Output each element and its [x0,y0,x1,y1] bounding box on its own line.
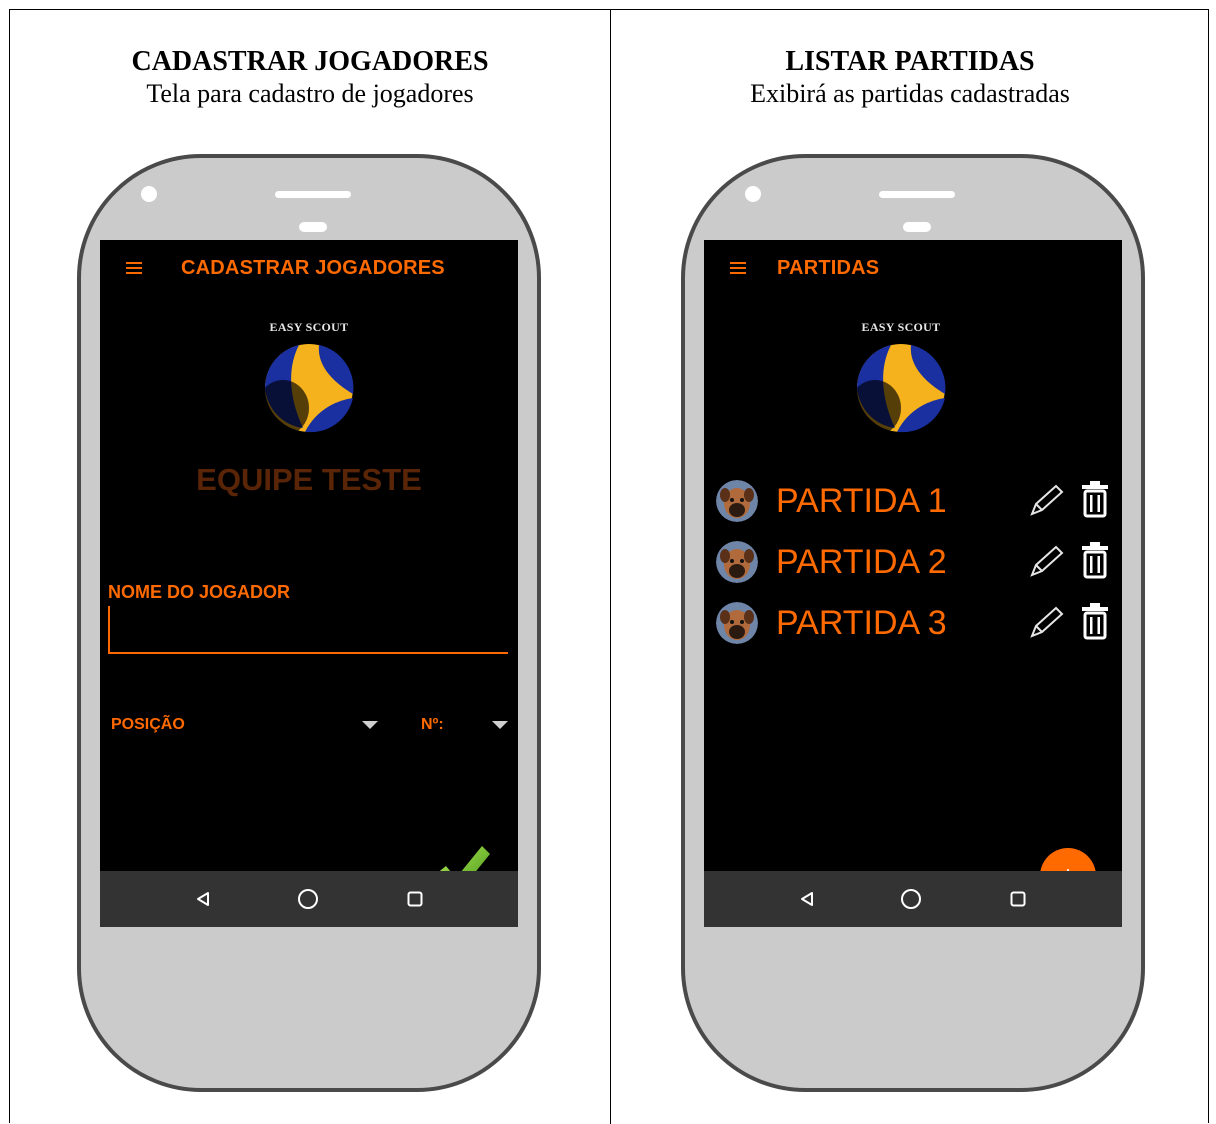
app-bar: PARTIDAS [704,240,1122,298]
dog-avatar-icon [716,480,758,522]
trash-icon[interactable] [1080,602,1110,640]
proximity-sensor [299,222,327,232]
team-name: EQUIPE TESTE [196,462,422,497]
pencil-icon[interactable] [1028,606,1064,640]
volleyball-icon [849,344,946,436]
list-item[interactable]: PARTIDA 2 [716,539,1112,585]
app-screen-list-matches: PARTIDAS EASY SCOUT PARTIDA 1 PARTIDA 2 … [704,240,1122,927]
logo-text: EASY SCOUT [861,320,941,334]
list-item[interactable]: PARTIDA 1 [716,478,1112,524]
recents-square-icon[interactable] [401,885,429,913]
list-item[interactable]: PARTIDA 3 [716,600,1112,646]
front-camera [141,186,157,202]
hamburger-menu-icon[interactable] [730,262,746,274]
logo-text: EASY SCOUT [269,320,349,334]
app-bar: CADASTRAR JOGADORES [100,240,518,298]
hamburger-menu-icon[interactable] [126,262,142,274]
pencil-icon[interactable] [1028,484,1064,518]
number-select-label[interactable]: Nº: [421,716,444,734]
back-triangle-icon[interactable] [189,885,217,913]
trash-icon[interactable] [1080,541,1110,579]
position-dropdown-arrow-icon[interactable] [362,721,378,729]
earpiece-speaker [879,191,955,198]
number-dropdown-arrow-icon[interactable] [492,721,508,729]
phone-mockup-left: CADASTRAR JOGADORES EASY SCOUT EQUIPE TE… [77,154,541,1092]
android-nav-bar [100,871,518,927]
player-name-input[interactable] [108,606,508,654]
right-panel-title: LISTAR PARTIDAS [785,46,1035,77]
right-panel-subtitle: Exibirá as partidas cadastradas [750,79,1070,108]
left-panel-header: CADASTRAR JOGADORES Tela para cadastro d… [10,46,610,110]
right-panel-header: LISTAR PARTIDAS Exibirá as partidas cada… [611,46,1209,110]
app-screen-register-players: CADASTRAR JOGADORES EASY SCOUT EQUIPE TE… [100,240,518,927]
earpiece-speaker [275,191,351,198]
trash-icon[interactable] [1080,480,1110,518]
app-bar-title: PARTIDAS [777,257,880,279]
left-panel-title: CADASTRAR JOGADORES [131,46,489,77]
match-name: PARTIDA 1 [776,482,947,520]
app-bar-title: CADASTRAR JOGADORES [181,257,445,279]
pencil-icon[interactable] [1028,545,1064,579]
recents-square-icon[interactable] [1004,885,1032,913]
home-circle-icon[interactable] [897,885,925,913]
back-triangle-icon[interactable] [793,885,821,913]
volleyball-icon [257,344,354,436]
phone-mockup-right: PARTIDAS EASY SCOUT PARTIDA 1 PARTIDA 2 … [681,154,1145,1092]
left-panel-subtitle: Tela para cadastro de jogadores [146,79,474,108]
dog-avatar-icon [716,541,758,583]
position-select-label[interactable]: POSIÇÃO [111,716,185,734]
home-circle-icon[interactable] [294,885,322,913]
match-name: PARTIDA 3 [776,604,947,642]
easy-scout-logo: EASY SCOUT [806,320,996,444]
front-camera [745,186,761,202]
player-name-label: NOME DO JOGADOR [108,582,291,602]
column-divider [610,9,611,1124]
android-nav-bar [704,871,1122,927]
match-name: PARTIDA 2 [776,543,947,581]
proximity-sensor [903,222,931,232]
easy-scout-logo: EASY SCOUT [214,320,404,444]
dog-avatar-icon [716,602,758,644]
